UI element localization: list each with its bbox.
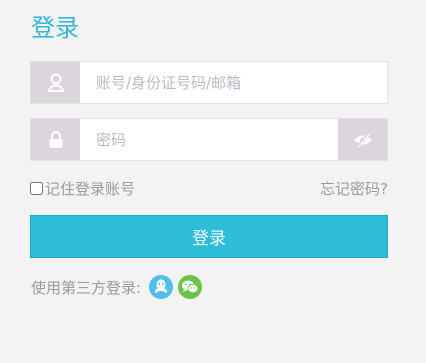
username-field <box>30 61 388 104</box>
wechat-icon[interactable] <box>178 275 203 299</box>
page-title: 登录 <box>31 14 79 42</box>
login-panel: 登录 记住登录账号 忘记密 <box>0 0 426 363</box>
remember-me[interactable]: 记住登录账号 <box>30 178 135 199</box>
login-button[interactable]: 登录 <box>30 215 388 258</box>
third-party-label: 使用第三方登录: <box>31 278 142 297</box>
remember-label: 记住登录账号 <box>45 180 136 198</box>
qq-icon[interactable] <box>149 275 174 299</box>
user-icon <box>31 62 80 103</box>
eye-slash-icon[interactable] <box>338 119 387 160</box>
third-party-icons <box>149 275 207 299</box>
third-party-login: 使用第三方登录: <box>31 275 207 299</box>
forgot-password-link[interactable]: 忘记密码? <box>320 178 388 199</box>
password-field <box>30 118 388 161</box>
lock-icon <box>31 119 80 160</box>
remember-checkbox[interactable] <box>30 182 43 195</box>
password-input[interactable] <box>80 119 338 160</box>
username-input[interactable] <box>80 62 387 103</box>
